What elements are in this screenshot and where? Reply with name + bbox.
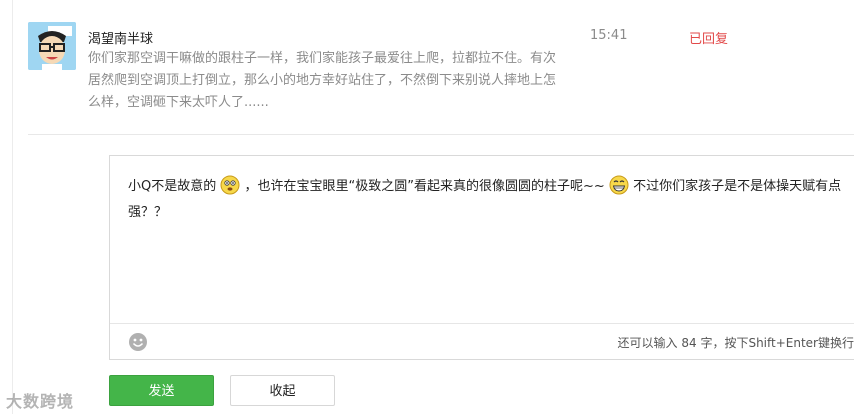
reply-text[interactable]: 小Q不是故意的 ，也许在宝宝眼里“极致之圆”看起来真的很像圆圆的柱子呢~~ 不过… (128, 174, 854, 226)
emoji-face-icon (220, 175, 240, 195)
message-text: 你们家那空调干嘛做的跟柱子一样，我们家能孩子最爱往上爬，拉都拉不住。有次居然爬到… (88, 51, 557, 110)
collapse-button[interactable]: 收起 (230, 375, 335, 406)
reply-text-part2: ，也许在宝宝眼里“极致之圆”看起来真的很像圆圆的柱子呢~~ (244, 179, 605, 194)
message-time: 15:41 (590, 28, 628, 43)
smiley-icon[interactable] (128, 332, 148, 352)
char-counter: 还可以输入 84 字，按下Shift+Enter键换行 (617, 336, 854, 350)
watermark-text: 大数跨境 (6, 392, 75, 411)
status-badge: 已回复 (689, 32, 729, 47)
avatar[interactable] (28, 22, 76, 70)
reply-editor[interactable]: 小Q不是故意的 ，也许在宝宝眼里“极致之圆”看起来真的很像圆圆的柱子呢~~ 不过… (109, 155, 854, 360)
username[interactable]: 渴望南半球 (88, 28, 153, 47)
editor-toolbar: 还可以输入 84 字，按下Shift+Enter键换行 (110, 323, 854, 359)
avatar-cartoon-icon (28, 22, 76, 70)
grin-emoji-icon (609, 175, 629, 195)
reply-text-part1: 小Q不是故意的 (128, 179, 217, 194)
user-message: 渴望南半球 你们家那空调干嘛做的跟柱子一样，我们家能孩子最爱往上爬，拉都拉不住。… (28, 22, 854, 132)
send-button[interactable]: 发送 (109, 375, 214, 406)
watermark: 大数跨境 (6, 388, 74, 412)
divider (28, 134, 854, 135)
